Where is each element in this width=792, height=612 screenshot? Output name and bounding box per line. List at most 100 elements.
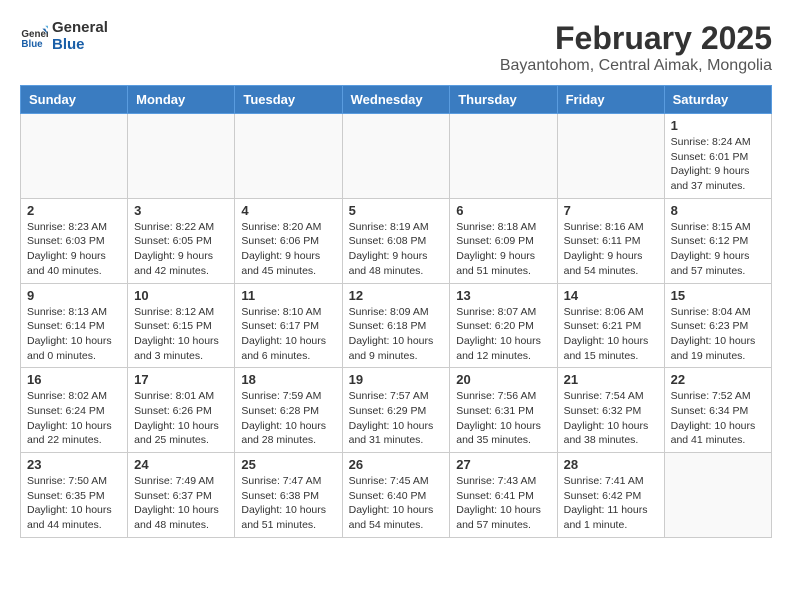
calendar-header-tuesday: Tuesday xyxy=(235,86,342,114)
calendar-cell xyxy=(235,114,342,199)
calendar-cell: 17Sunrise: 8:01 AM Sunset: 6:26 PM Dayli… xyxy=(128,368,235,453)
calendar-cell xyxy=(664,453,771,538)
calendar-cell xyxy=(342,114,450,199)
day-number: 3 xyxy=(134,203,228,218)
day-info: Sunrise: 8:12 AM Sunset: 6:15 PM Dayligh… xyxy=(134,305,228,364)
day-number: 24 xyxy=(134,457,228,472)
day-info: Sunrise: 8:19 AM Sunset: 6:08 PM Dayligh… xyxy=(349,220,444,279)
day-info: Sunrise: 8:09 AM Sunset: 6:18 PM Dayligh… xyxy=(349,305,444,364)
calendar-cell: 4 Sunrise: 8:20 AM Sunset: 6:06 PM Daylig… xyxy=(235,198,342,283)
calendar-header-wednesday: Wednesday xyxy=(342,86,450,114)
day-number: 9 xyxy=(27,288,121,303)
calendar-cell xyxy=(557,114,664,199)
calendar-cell: 21 Sunrise: 7:54 AM Sunset: 6:32 PM Dayli… xyxy=(557,368,664,453)
calendar-cell: 24 Sunrise: 7:49 AM Sunset: 6:37 PM Dayli… xyxy=(128,453,235,538)
calendar-cell xyxy=(21,114,128,199)
calendar-header-friday: Friday xyxy=(557,86,664,114)
calendar-cell: 13 Sunrise: 8:07 AM Sunset: 6:20 PM Dayli… xyxy=(450,283,557,368)
logo-blue: Blue xyxy=(52,37,108,54)
day-number: 6 xyxy=(456,203,550,218)
day-number: 20 xyxy=(456,372,550,387)
day-info: Sunrise: 8:18 AM Sunset: 6:09 PM Dayligh… xyxy=(456,220,550,279)
calendar-cell: 2 Sunrise: 8:23 AM Sunset: 6:03 PM Daylig… xyxy=(21,198,128,283)
logo-general: General xyxy=(52,20,108,37)
day-info: Sunrise: 7:47 AM Sunset: 6:38 PM Dayligh… xyxy=(241,474,335,533)
day-info: Sunrise: 8:04 AM Sunset: 6:23 PM Dayligh… xyxy=(671,305,765,364)
day-number: 2 xyxy=(27,203,121,218)
day-info: Sunrise: 7:50 AM Sunset: 6:35 PM Dayligh… xyxy=(27,474,121,533)
calendar-cell: 14Sunrise: 8:06 AM Sunset: 6:21 PM Dayli… xyxy=(557,283,664,368)
day-info: Sunrise: 8:23 AM Sunset: 6:03 PM Dayligh… xyxy=(27,220,121,279)
day-info: Sunrise: 7:43 AM Sunset: 6:41 PM Dayligh… xyxy=(456,474,550,533)
day-info: Sunrise: 7:59 AM Sunset: 6:28 PM Dayligh… xyxy=(241,389,335,448)
calendar-cell: 1Sunrise: 8:24 AM Sunset: 6:01 PM Daylig… xyxy=(664,114,771,199)
calendar-header-sunday: Sunday xyxy=(21,86,128,114)
calendar-cell: 19Sunrise: 7:57 AM Sunset: 6:29 PM Dayli… xyxy=(342,368,450,453)
day-number: 4 xyxy=(241,203,335,218)
calendar-cell: 25 Sunrise: 7:47 AM Sunset: 6:38 PM Dayli… xyxy=(235,453,342,538)
title-section: February 2025 Bayantohom, Central Aimak,… xyxy=(500,20,772,75)
calendar-cell: 28Sunrise: 7:41 AM Sunset: 6:42 PM Dayli… xyxy=(557,453,664,538)
calendar-cell: 6 Sunrise: 8:18 AM Sunset: 6:09 PM Daylig… xyxy=(450,198,557,283)
calendar-cell: 15 Sunrise: 8:04 AM Sunset: 6:23 PM Dayli… xyxy=(664,283,771,368)
day-number: 25 xyxy=(241,457,335,472)
day-number: 10 xyxy=(134,288,228,303)
calendar-title: February 2025 xyxy=(500,20,772,57)
calendar-cell: 7 Sunrise: 8:16 AM Sunset: 6:11 PM Daylig… xyxy=(557,198,664,283)
day-info: Sunrise: 7:49 AM Sunset: 6:37 PM Dayligh… xyxy=(134,474,228,533)
day-info: Sunrise: 8:15 AM Sunset: 6:12 PM Dayligh… xyxy=(671,220,765,279)
calendar-cell: 18Sunrise: 7:59 AM Sunset: 6:28 PM Dayli… xyxy=(235,368,342,453)
calendar-week-0: 1Sunrise: 8:24 AM Sunset: 6:01 PM Daylig… xyxy=(21,114,772,199)
calendar-cell xyxy=(128,114,235,199)
calendar-week-1: 2 Sunrise: 8:23 AM Sunset: 6:03 PM Daylig… xyxy=(21,198,772,283)
calendar-week-2: 9 Sunrise: 8:13 AM Sunset: 6:14 PM Daylig… xyxy=(21,283,772,368)
day-info: Sunrise: 7:56 AM Sunset: 6:31 PM Dayligh… xyxy=(456,389,550,448)
day-info: Sunrise: 8:13 AM Sunset: 6:14 PM Dayligh… xyxy=(27,305,121,364)
calendar-header-thursday: Thursday xyxy=(450,86,557,114)
day-number: 22 xyxy=(671,372,765,387)
day-info: Sunrise: 8:07 AM Sunset: 6:20 PM Dayligh… xyxy=(456,305,550,364)
calendar-header-monday: Monday xyxy=(128,86,235,114)
day-number: 14 xyxy=(564,288,658,303)
day-info: Sunrise: 8:10 AM Sunset: 6:17 PM Dayligh… xyxy=(241,305,335,364)
day-number: 5 xyxy=(349,203,444,218)
calendar-cell: 9 Sunrise: 8:13 AM Sunset: 6:14 PM Daylig… xyxy=(21,283,128,368)
day-number: 23 xyxy=(27,457,121,472)
day-info: Sunrise: 7:54 AM Sunset: 6:32 PM Dayligh… xyxy=(564,389,658,448)
day-info: Sunrise: 8:16 AM Sunset: 6:11 PM Dayligh… xyxy=(564,220,658,279)
day-info: Sunrise: 7:52 AM Sunset: 6:34 PM Dayligh… xyxy=(671,389,765,448)
day-info: Sunrise: 7:45 AM Sunset: 6:40 PM Dayligh… xyxy=(349,474,444,533)
calendar-cell: 11 Sunrise: 8:10 AM Sunset: 6:17 PM Dayli… xyxy=(235,283,342,368)
day-number: 28 xyxy=(564,457,658,472)
day-number: 13 xyxy=(456,288,550,303)
calendar-week-4: 23 Sunrise: 7:50 AM Sunset: 6:35 PM Dayli… xyxy=(21,453,772,538)
calendar-subtitle: Bayantohom, Central Aimak, Mongolia xyxy=(500,57,772,75)
calendar-cell xyxy=(450,114,557,199)
calendar-cell: 16 Sunrise: 8:02 AM Sunset: 6:24 PM Dayli… xyxy=(21,368,128,453)
day-number: 11 xyxy=(241,288,335,303)
day-number: 15 xyxy=(671,288,765,303)
calendar-cell: 22 Sunrise: 7:52 AM Sunset: 6:34 PM Dayli… xyxy=(664,368,771,453)
calendar-table: SundayMondayTuesdayWednesdayThursdayFrid… xyxy=(20,85,772,538)
day-number: 7 xyxy=(564,203,658,218)
calendar-cell: 12Sunrise: 8:09 AM Sunset: 6:18 PM Dayli… xyxy=(342,283,450,368)
day-info: Sunrise: 8:02 AM Sunset: 6:24 PM Dayligh… xyxy=(27,389,121,448)
day-number: 16 xyxy=(27,372,121,387)
calendar-cell: 10 Sunrise: 8:12 AM Sunset: 6:15 PM Dayli… xyxy=(128,283,235,368)
calendar-cell: 5 Sunrise: 8:19 AM Sunset: 6:08 PM Daylig… xyxy=(342,198,450,283)
day-info: Sunrise: 8:20 AM Sunset: 6:06 PM Dayligh… xyxy=(241,220,335,279)
calendar-cell: 23 Sunrise: 7:50 AM Sunset: 6:35 PM Dayli… xyxy=(21,453,128,538)
day-number: 26 xyxy=(349,457,444,472)
logo: General Blue General Blue xyxy=(20,20,108,53)
day-number: 27 xyxy=(456,457,550,472)
calendar-cell: 27 Sunrise: 7:43 AM Sunset: 6:41 PM Dayli… xyxy=(450,453,557,538)
calendar-week-3: 16 Sunrise: 8:02 AM Sunset: 6:24 PM Dayli… xyxy=(21,368,772,453)
day-number: 21 xyxy=(564,372,658,387)
day-number: 1 xyxy=(671,118,765,133)
calendar-header-saturday: Saturday xyxy=(664,86,771,114)
calendar-header-row: SundayMondayTuesdayWednesdayThursdayFrid… xyxy=(21,86,772,114)
day-number: 8 xyxy=(671,203,765,218)
logo-icon: General Blue xyxy=(20,23,48,51)
day-info: Sunrise: 8:22 AM Sunset: 6:05 PM Dayligh… xyxy=(134,220,228,279)
day-number: 19 xyxy=(349,372,444,387)
